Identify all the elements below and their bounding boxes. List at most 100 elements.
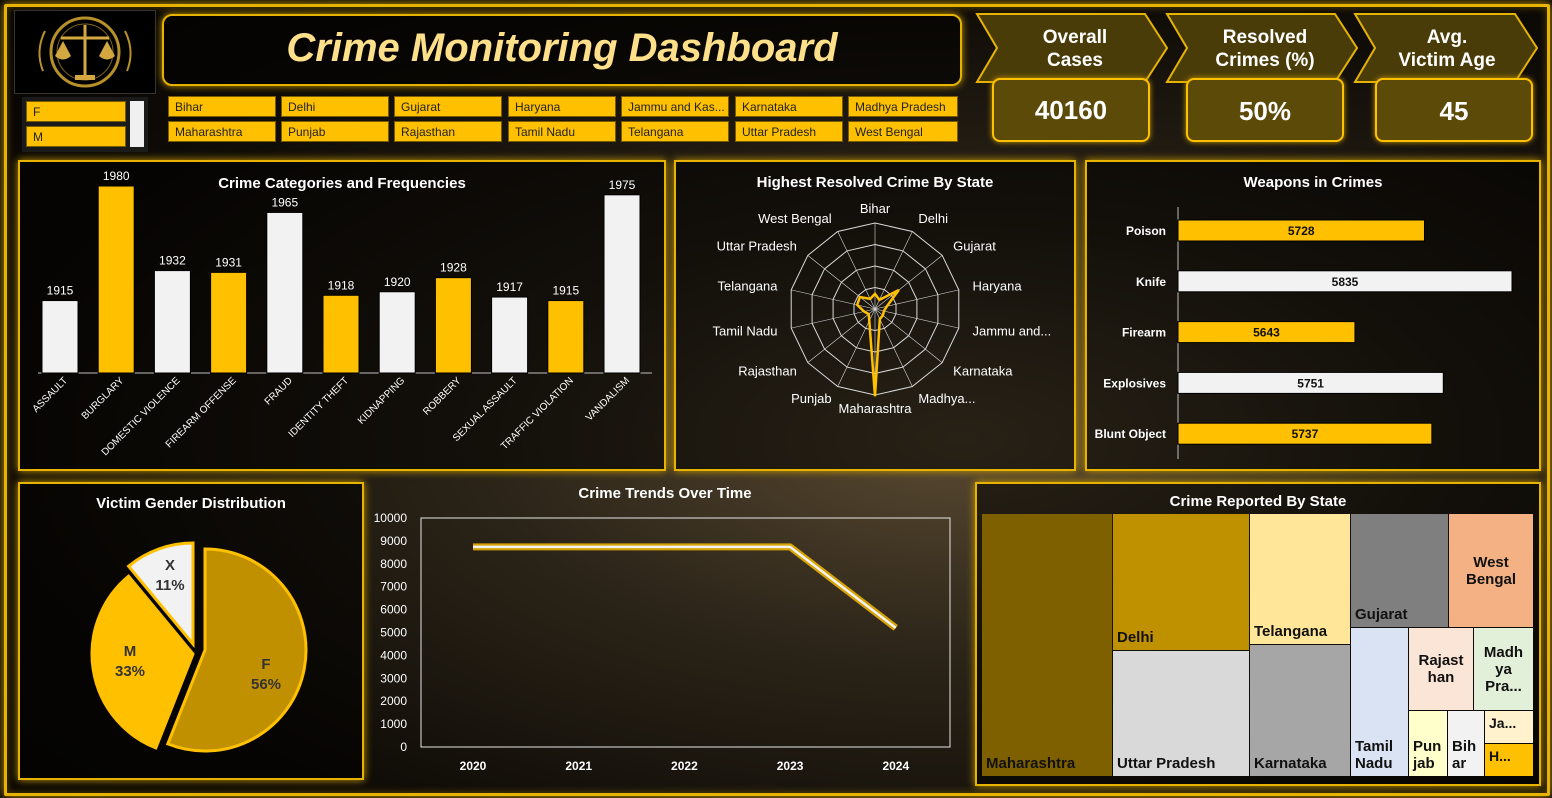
state-slicer-item[interactable]: Tamil Nadu [508, 121, 616, 142]
title-box: Crime Monitoring Dashboard [162, 14, 962, 86]
radar-axis-label: Karnataka [953, 363, 1013, 378]
category-label: KIDNAPPING [356, 375, 408, 427]
category-label: IDENTITY THEFT [287, 375, 351, 439]
state-slicer-item[interactable]: Uttar Pradesh [735, 121, 843, 142]
state-slicer-item[interactable]: Gujarat [394, 96, 502, 117]
resolved-crime-radar-chart: Bihar Delhi Gujarat Haryana Jammu and... Karn… [712, 201, 1051, 416]
slice-value-label: 56% [251, 676, 281, 693]
kpi-label-victim-age: Avg. Victim Age [1372, 26, 1522, 72]
state-slicer-item[interactable]: Delhi [281, 96, 389, 117]
radar-axis-label: Rajasthan [738, 363, 797, 378]
bar [41, 300, 79, 374]
treemap-cell[interactable]: Uttar Pradesh [1113, 651, 1249, 776]
bar-value-label: 1915 [47, 284, 74, 298]
bar-value-label: 5737 [1292, 427, 1319, 441]
treemap-cell[interactable]: H... [1485, 744, 1533, 776]
treemap-cell[interactable]: Rajast han [1409, 628, 1473, 710]
treemap-cell[interactable]: Madh ya Pra... [1474, 628, 1533, 710]
y-tick-label: 5000 [380, 626, 407, 640]
category-label: ASSAULT [31, 375, 70, 414]
kpi-label-line: Cases [1047, 50, 1103, 71]
gender-panel: Victim Gender Distribution F 56% M 33% X 11% [18, 482, 364, 780]
radar-axis-label: Haryana [972, 279, 1022, 294]
treemap-cell[interactable]: Gujarat [1351, 514, 1448, 627]
kpi-value-overall-cases: 40160 [992, 78, 1150, 142]
radar-axis-label: Tamil Nadu [712, 323, 777, 338]
chart-title: Crime Reported By State [1169, 493, 1347, 510]
radar-axis-label: Uttar Pradesh [717, 239, 797, 254]
category-label: Knife [1136, 275, 1166, 289]
bar-value-label: 1980 [103, 169, 130, 183]
bar-value-label: 1918 [328, 278, 355, 292]
bar [547, 300, 585, 374]
resolved-crime-panel: Highest Resolved Crime By State Bihar Del… [674, 160, 1076, 471]
bar [153, 270, 191, 374]
treemap-label: H... [1489, 748, 1511, 764]
kpi-value-resolved: 50% [1186, 78, 1344, 142]
weapons-chart: 5728 Poison 5835 Knife 5643 Firearm 5751 Explos… [1095, 207, 1513, 459]
y-tick-label: 3000 [380, 671, 407, 685]
state-slicer-item[interactable]: Bihar [168, 96, 276, 117]
radar-axis-label: Maharashtra [839, 401, 913, 416]
series-line-glow [473, 543, 898, 631]
kpi-label-resolved: Resolved Crimes (%) [1190, 26, 1340, 72]
treemap-cell[interactable]: Bih ar [1448, 711, 1484, 776]
treemap-cell[interactable]: Karnataka [1250, 645, 1350, 776]
state-slicer-item[interactable]: Haryana [508, 96, 616, 117]
slice-label: M [124, 643, 137, 660]
kpi-label-line: Victim Age [1398, 50, 1496, 71]
kpi-label-line: Avg. [1426, 27, 1468, 48]
state-slicer-item[interactable]: Madhya Pradesh [848, 96, 958, 117]
y-tick-label: 9000 [380, 534, 407, 548]
gender-slicer: F M [22, 97, 148, 152]
state-slicer-item[interactable]: Rajasthan [394, 121, 502, 142]
slice-label: X [165, 557, 175, 574]
state-slicer-item[interactable]: Jammu and Kas... [621, 96, 729, 117]
treemap-label: Delhi [1117, 629, 1154, 646]
scales-of-justice-icon [38, 16, 132, 88]
y-tick-label: 7000 [380, 580, 407, 594]
kpi-value-victim-age: 45 [1375, 78, 1533, 142]
bar-value-label: 1917 [496, 280, 523, 294]
state-slicer-item[interactable]: Punjab [281, 121, 389, 142]
treemap-cell[interactable]: Maharashtra [982, 514, 1112, 776]
page-title: Crime Monitoring Dashboard [286, 26, 838, 70]
treemap-label: Karnataka [1254, 755, 1327, 772]
state-slicer-item[interactable]: West Bengal [848, 121, 958, 142]
crime-categories-panel: Crime Categories and Frequencies 1915 ASS… [18, 160, 666, 471]
bar [97, 185, 135, 374]
treemap-cell[interactable]: Delhi [1113, 514, 1249, 650]
category-label: Explosives [1103, 376, 1166, 390]
state-slicer-item[interactable]: Telangana [621, 121, 729, 142]
y-tick-label: 10000 [374, 511, 408, 525]
state-slicer-item[interactable]: Maharashtra [168, 121, 276, 142]
category-label: Poison [1126, 224, 1166, 238]
bar-value-label: 1920 [384, 275, 411, 289]
radar-axis-label: West Bengal [758, 211, 832, 226]
bar [378, 291, 416, 374]
treemap-label: Pun jab [1413, 738, 1442, 772]
y-tick-label: 0 [400, 740, 407, 754]
bar [266, 211, 304, 374]
bar-value-label: 1928 [440, 261, 467, 275]
slicer-scrollbar[interactable] [130, 101, 144, 147]
y-tick-label: 2000 [380, 694, 407, 708]
radar-axis-label: Telangana [718, 279, 779, 294]
treemap-cell[interactable]: Ja... [1485, 711, 1533, 743]
kpi-label-line: Overall [1042, 27, 1108, 48]
treemap-cell[interactable]: Tamil Nadu [1351, 628, 1408, 776]
y-tick-label: 6000 [380, 603, 407, 617]
bar-value-label: 1931 [215, 255, 242, 269]
radar-axis-label: Delhi [918, 211, 948, 226]
gender-slicer-item-m[interactable]: M [26, 126, 126, 147]
treemap: Maharashtra Delhi Uttar Pradesh Telangan… [982, 514, 1535, 779]
treemap-cell[interactable]: West Bengal [1449, 514, 1533, 627]
treemap-label: Maharashtra [986, 755, 1076, 772]
treemap-cell[interactable]: Pun jab [1409, 711, 1447, 776]
treemap-cell[interactable]: Telangana [1250, 514, 1350, 644]
bar-value-label: 5835 [1332, 275, 1359, 289]
gender-slicer-item-f[interactable]: F [26, 101, 126, 122]
category-label: ROBBERY [421, 375, 463, 417]
kpi-label-overall-cases: Overall Cases [1000, 26, 1150, 72]
state-slicer-item[interactable]: Karnataka [735, 96, 843, 117]
